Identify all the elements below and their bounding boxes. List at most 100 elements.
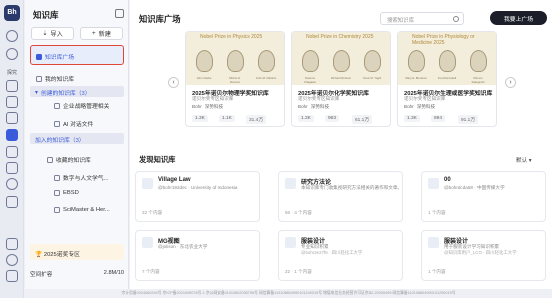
sidebar-group-created[interactable]: ▾ 创建的知识库（3）: [35, 88, 91, 98]
portrait-icon: [439, 50, 456, 72]
kb-card-title: 00: [444, 177, 451, 183]
plaza-icon: [36, 53, 42, 60]
portrait-icon: [258, 50, 275, 72]
stat-views: 91.1万: [458, 115, 479, 124]
kb-card-owner: @知识库用户_LCO · 四川轻化工大学: [444, 250, 517, 255]
kb-card-subtitle: @bohrdcda58 · 中国传媒大学: [444, 185, 505, 190]
kb-card-title: Village Law: [158, 177, 191, 183]
org-name: Bohr: [298, 104, 308, 109]
doc-icon[interactable]: [6, 96, 18, 108]
import-button[interactable]: ⇣ 导入: [31, 27, 74, 40]
kb-card-owner: @bohr2e27f6 · 四川轻化工大学: [301, 250, 363, 255]
publish-to-plaza-button[interactable]: 我要上广场: [490, 11, 547, 25]
star-icon: [47, 156, 53, 163]
portrait-label: Fred Ramsdell: [437, 76, 457, 80]
tools-icon[interactable]: [6, 146, 18, 158]
sidebar-item-my-kb[interactable]: 我的知识库: [36, 74, 74, 83]
portrait-icon: [364, 50, 381, 72]
carousel-prev-button[interactable]: ‹: [168, 77, 179, 88]
portrait-icon: [408, 50, 425, 72]
featured-card[interactable]: Nobel Prize in Physiology or Medicine 20…: [397, 31, 497, 127]
new-button[interactable]: + 新建: [80, 27, 123, 40]
kb-icon: [54, 174, 60, 181]
data-icon[interactable]: [6, 196, 18, 208]
nav-rail: Bh 探究: [0, 0, 24, 298]
notes-icon[interactable]: [6, 112, 18, 124]
stat-likes: 1.1K: [219, 115, 235, 122]
portrait-icon: [333, 50, 350, 72]
card-subtitle: 诺贝尔奖专区知识库: [298, 96, 340, 101]
knowledge-sidebar: 知识库 ⇣ 导入 + 新建 知识库广场 我的知识库 ▾ 创建的知识库（3） 企业…: [25, 0, 129, 298]
sidebar-item-fav-3[interactable]: SciMaster & Her...: [54, 207, 110, 213]
kb-card[interactable]: 服装设计 用于服装设计学习知识积累 @知识库用户_LCO · 四川轻化工大学 1…: [421, 230, 546, 281]
sidebar-item-favorites[interactable]: 收藏的知识库: [47, 155, 91, 164]
kb-cover-icon: [428, 178, 439, 189]
kb-card-footer: 7 个内容: [142, 269, 160, 274]
card-cover: Nobel Prize in Physics 2025 John Clarke …: [186, 32, 284, 85]
kb-card[interactable]: 00 @bohrdcda58 · 中国传媒大学 1 个内容: [421, 171, 546, 222]
card-subtitle: 诺贝尔奖专区知识库: [192, 96, 234, 101]
kb-card-footer: 22 · 1 个内容: [285, 269, 312, 274]
portrait-icon: [470, 50, 487, 72]
trophy-icon: 🏆: [35, 252, 43, 258]
settings-icon[interactable]: [6, 270, 18, 282]
sidebar-item-fav-2[interactable]: EBSD: [54, 190, 79, 196]
kb-card[interactable]: 研究方法论 本知识库专门收集视研究方法相关的著作和文章。 56 · 3 个内容: [278, 171, 403, 222]
chevron-down-icon: ▾: [528, 158, 532, 164]
kb-card[interactable]: MG视图 @jolison · 东北农业大学 7 个内容: [135, 230, 260, 281]
user-avatar-icon[interactable]: [6, 254, 18, 266]
kb-cover-icon: [142, 237, 153, 248]
stat-views: 31.4万: [246, 115, 267, 124]
collapse-sidebar-icon[interactable]: [115, 9, 124, 18]
rail-section-label: 探究: [6, 70, 17, 76]
kb-card-footer: 22 个内容: [142, 210, 163, 215]
app-logo[interactable]: Bh: [4, 5, 20, 21]
sort-label: 默认: [516, 158, 528, 164]
portrait-label: Mary E. Brunkow: [405, 76, 427, 80]
kb-card[interactable]: 服装设计 专业知识积累 @bohr2e27f6 · 四川轻化工大学 22 · 1…: [278, 230, 403, 281]
portrait-label: John M. Martinis: [255, 76, 277, 80]
storage-row: 空间扩容 2.8M/10: [30, 270, 124, 282]
card-cover: Nobel Prize in Chemistry 2025 Susumu Kit…: [292, 32, 390, 85]
kb-cover-icon: [142, 178, 153, 189]
nobel-promo-banner[interactable]: 🏆 2025诺奖专区: [30, 244, 124, 260]
sort-dropdown[interactable]: 默认 ▾: [516, 156, 532, 164]
chevron-down-icon: ▾: [35, 89, 38, 96]
portrait-label: Omar M. Yaghi: [362, 76, 382, 80]
storage-expand-link[interactable]: 空间扩容: [30, 272, 52, 278]
plaza-item: 知识库广场: [36, 52, 74, 61]
kb-label: EBSD: [63, 190, 79, 196]
kb-cover-icon: [285, 178, 296, 189]
search-placeholder: 搜索知识库: [387, 18, 414, 24]
home-icon[interactable]: [6, 30, 18, 42]
kb-card-footer: 1 个内容: [428, 210, 446, 215]
portrait-label: Shimon Sakaguchi: [471, 76, 485, 84]
carousel-next-button[interactable]: ›: [505, 77, 516, 88]
featured-card[interactable]: Nobel Prize in Physics 2025 John Clarke …: [185, 31, 285, 127]
grid-icon[interactable]: [6, 238, 18, 250]
plus-icon: +: [92, 30, 96, 37]
history-icon[interactable]: [6, 178, 18, 190]
sidebar-item-created-1[interactable]: 企业战略管理相关: [54, 101, 109, 110]
kb-cover-icon: [428, 237, 439, 248]
sidebar-item-created-2[interactable]: AI 对话文件: [54, 119, 93, 128]
featured-card[interactable]: Nobel Prize in Chemistry 2025 Susumu Kit…: [291, 31, 391, 127]
kb-icon: [54, 102, 60, 109]
kb-card[interactable]: Village Law @bohr192dec · University of …: [135, 171, 260, 222]
compass-icon[interactable]: [6, 48, 18, 60]
knowledge-base-icon[interactable]: [6, 129, 18, 141]
code-icon[interactable]: [6, 162, 18, 174]
sidebar-group-joined[interactable]: 加入的知识库（3）: [35, 135, 85, 144]
card-org: Bohr 深势科技: [404, 104, 435, 110]
sidebar-item-fav-1[interactable]: 数字与人文学气...: [54, 173, 108, 182]
sidebar-title: 知识库: [33, 10, 59, 20]
kb-label: SciMaster & Her...: [63, 207, 110, 213]
portrait-icon: [227, 50, 244, 72]
legal-footer: 宗计用备2024060240号 京ICP备2021009078号-1 京公网安备…: [25, 289, 552, 298]
search-input[interactable]: 搜索知识库: [380, 12, 464, 25]
stat-likes: 894: [431, 115, 446, 122]
kb-icon: [54, 120, 60, 127]
chat-icon[interactable]: [6, 80, 18, 92]
kb-cover-icon: [285, 237, 296, 248]
kb-label: 企业战略管理相关: [63, 104, 110, 110]
